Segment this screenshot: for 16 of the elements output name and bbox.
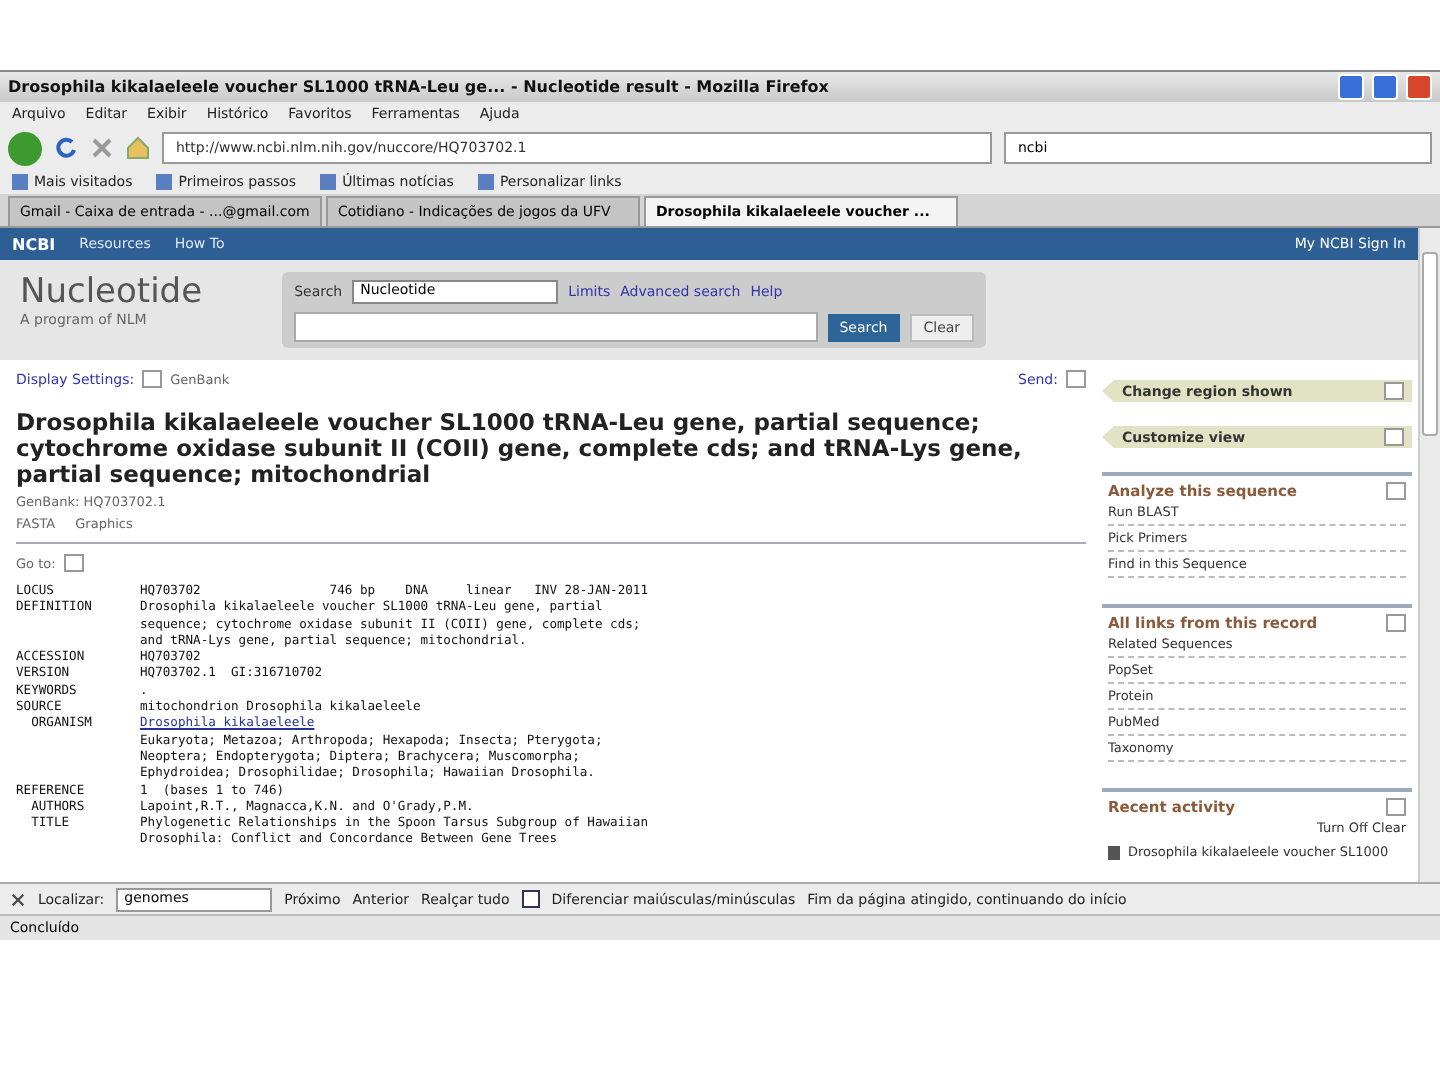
search-field[interactable] [294, 312, 818, 342]
scrollbar[interactable] [1418, 228, 1440, 882]
document-icon [1108, 845, 1120, 859]
close-button[interactable] [1406, 74, 1432, 100]
checkbox[interactable] [521, 890, 540, 908]
window-title: Drosophila kikalaeleele voucher SL1000 tRNA-Leu ge... - Nucleotide result - Mozilla Firefox [8, 78, 831, 96]
record-title: Drosophila kikalaeleele voucher SL1000 tRNA-Leu gene, partial sequence; cytochrome oxidase subunit II (COII) gene, complete cds; and tRNA-Lys gene, partial sequence; mitochondrial [16, 410, 1024, 488]
back-button[interactable] [8, 131, 42, 165]
minimize-button[interactable] [1338, 74, 1364, 100]
ncbi-logo: NCBI [12, 235, 56, 253]
close-icon[interactable] [10, 891, 26, 907]
home-icon[interactable] [126, 136, 150, 160]
stop-icon[interactable] [90, 136, 114, 160]
reload-icon[interactable] [54, 136, 78, 160]
maximize-button[interactable] [1372, 74, 1398, 100]
database-title: Nucleotide [20, 272, 203, 312]
